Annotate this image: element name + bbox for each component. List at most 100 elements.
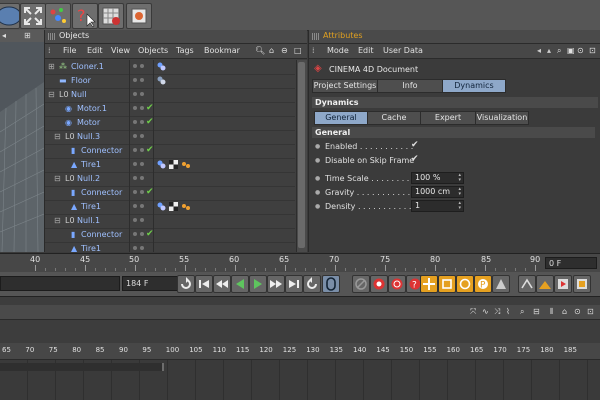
checker-material-icon[interactable] [169,202,178,211]
motion-mode-icon[interactable]: ⤨ [494,307,500,317]
loop-icon[interactable] [177,275,195,293]
visibility-dot-editor[interactable] [133,148,137,152]
viewport[interactable]: ◂ ⊞ [0,30,45,252]
collider-tag-icon[interactable] [157,76,166,85]
preview-range-bar[interactable] [0,363,164,371]
visibility-dot-render[interactable] [140,162,144,166]
tree-row-connector[interactable]: ▮ Connector ✔ [45,144,295,159]
animate-dot-icon[interactable]: ● [315,189,320,196]
visibility-dot-render[interactable] [140,64,144,68]
visibility-dot-render[interactable] [140,190,144,194]
column-divider[interactable] [129,60,130,252]
tree-row-tire[interactable]: ▲ Tire1 [45,242,295,252]
render-active-icon[interactable] [554,275,572,293]
time-scale-field[interactable]: 100 % ▴ ▾ [411,172,464,184]
spin-arrows-icon[interactable]: ▴ ▾ [458,173,461,183]
object-tree[interactable]: ⊞ ⁂ Cloner.1 ▬ Floor ⊟ L0 Null ◉ Motor.1… [45,60,295,252]
menu-file[interactable]: File [63,46,76,55]
expand-toggle-icon[interactable]: ⊟ [48,90,55,99]
tab-dynamics[interactable]: Dynamics [442,79,506,93]
up-arrow-icon[interactable]: ▴ [547,46,551,55]
visibility-dot-editor[interactable] [133,106,137,110]
expand-toggle-icon[interactable]: ⊟ [54,174,61,183]
go-to-start-icon[interactable] [195,275,213,293]
search-icon[interactable]: ⌕ [520,307,524,317]
tree-row-null2[interactable]: ⊟ L0 Null.2 [45,172,295,187]
tab-project-settings[interactable]: Project Settings [312,79,378,93]
dope-sheet-ruler[interactable]: 65 70 75 80 85 90 95 100 105 110 115 120 125 130 135 14… [0,343,600,360]
visibility-dot-editor[interactable] [133,190,137,194]
expand-toggle-icon[interactable]: ⊟ [54,216,61,225]
tree-row-null3[interactable]: ⊟ L0 Null.3 [45,130,295,145]
new-panel-icon[interactable]: ⊡ [587,307,594,316]
viewport-arrow-icon[interactable]: ◂ [2,31,6,40]
disable-skip-frame-checkbox[interactable]: ✔ [411,154,419,164]
tree-row-null1[interactable]: ⊟ L0 Null.1 [45,214,295,229]
animate-dot-icon[interactable]: ● [315,175,320,182]
visibility-dot-editor[interactable] [133,64,137,68]
tree-row-motor[interactable]: ◉ Motor ✔ [45,116,295,131]
tree-row-tire[interactable]: ▲ Tire1 [45,200,295,215]
tree-row-motor1[interactable]: ◉ Motor.1 ✔ [45,102,295,117]
density-field[interactable]: 1 ▴ ▾ [411,200,464,212]
visibility-dot-render[interactable] [140,92,144,96]
rotate-key-icon[interactable] [456,275,474,293]
sphere-tool-button[interactable] [0,3,20,29]
menu-view[interactable]: View [111,46,130,55]
collapse-icon[interactable]: ⊖ [281,46,288,55]
scale-key-icon[interactable] [438,275,456,293]
timeline-ruler[interactable]: 40 45 50 55 60 65 70 75 80 85 90 0 F [0,253,600,273]
new-panel-icon[interactable]: ⊡ [589,46,596,55]
tab-info[interactable]: Info [377,79,443,93]
visibility-dot-render[interactable] [140,218,144,222]
dope-sheet-tracks[interactable] [0,360,600,400]
subtab-general[interactable]: General [314,111,368,125]
back-arrow-icon[interactable]: ◂ [537,46,541,55]
visibility-dot-editor[interactable] [133,92,137,96]
record-disabled-icon[interactable] [352,275,370,293]
next-key-icon[interactable] [267,275,285,293]
visibility-dot-editor[interactable] [133,176,137,180]
visibility-dot-editor[interactable] [133,78,137,82]
spin-arrows-icon[interactable]: ▴ ▾ [458,201,461,211]
lock-icon[interactable]: ⌂ [269,46,274,55]
orange-tag-icon[interactable] [181,160,190,169]
lock-icon[interactable]: ▣ [567,46,575,55]
prev-key-icon[interactable] [213,275,231,293]
end-frame-field[interactable]: 184 F [122,276,179,291]
fullscreen-arrows-button[interactable] [20,3,46,29]
tree-row-connector[interactable]: ▮ Connector ✔ [45,186,295,201]
panel-grip-icon[interactable] [312,33,319,40]
subtab-visualization[interactable]: Visualization [475,111,529,125]
expand-icon[interactable]: □ [294,46,302,55]
key-mode-icon[interactable]: ⤧ [470,307,476,317]
subtab-cache[interactable]: Cache [367,111,421,125]
menu-bookmarks[interactable]: Bookmarks [204,46,240,55]
autokey-icon[interactable] [388,275,406,293]
spin-arrows-icon[interactable]: ▴ ▾ [458,187,461,197]
visibility-dot-editor[interactable] [133,134,137,138]
visibility-dot-editor[interactable] [133,246,137,250]
link-view-icon[interactable]: ⌇ [506,307,510,316]
orange-tag-icon[interactable] [181,202,190,211]
record-keyframe-icon[interactable] [370,275,388,293]
enabled-checkbox[interactable]: ✔ [411,140,419,150]
search-icon[interactable]: ⌕ [557,46,561,56]
move-key-icon[interactable] [420,275,438,293]
motion-system-icon[interactable] [518,275,536,293]
visibility-dot-editor[interactable] [133,162,137,166]
sparkle-tool-button[interactable] [45,3,71,29]
settings-icon[interactable]: ⊙ [574,307,581,316]
settings-icon[interactable]: ⊙ [577,46,584,55]
tree-row-cloner[interactable]: ⊞ ⁂ Cloner.1 [45,60,295,75]
fcurve-mode-icon[interactable]: ∿ [482,307,489,316]
help-cursor-button[interactable]: ? [72,3,98,29]
visibility-dot-render[interactable] [140,148,144,152]
visibility-dot-editor[interactable] [133,218,137,222]
expand-toggle-icon[interactable]: ⊟ [54,132,61,141]
render-preview-icon[interactable] [536,275,554,293]
menu-edit[interactable]: Edit [87,46,103,55]
visibility-dot-render[interactable] [140,78,144,82]
menu-user-data[interactable]: User Data [383,46,423,55]
gravity-field[interactable]: 1000 cm ▴ ▾ [411,186,464,198]
